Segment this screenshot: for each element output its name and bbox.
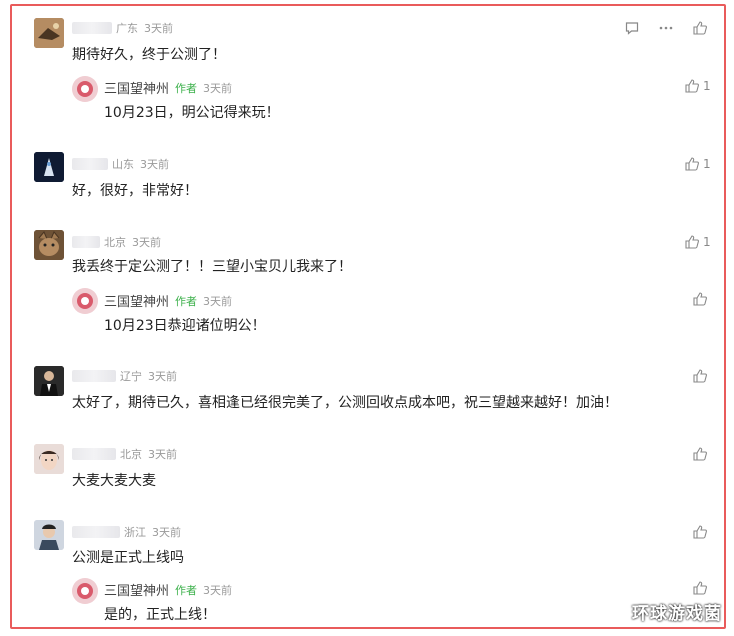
reply-meta: 三国望神州 作者 3天前 [104,78,233,98]
comments-panel: 广东 3天前 期待好久，终于公测了！ 三国望神州 作者 3天前 10月23日，明… [10,4,726,629]
comment-actions [624,20,708,36]
reply-meta: 三国望神州 作者 3天前 [104,291,233,311]
location: 山东 [112,158,134,171]
avatar-image [34,230,64,260]
like-icon[interactable] [684,234,700,250]
comment-like[interactable]: 1 [684,234,711,250]
comment-text: 大麦大麦大麦 [72,473,156,489]
comment-meta: 山东 3天前 [72,156,169,172]
username-blurred[interactable] [72,448,116,460]
comment-like[interactable] [692,446,708,462]
like-count: 1 [703,235,711,249]
location: 北京 [120,448,142,461]
like-icon[interactable] [692,446,708,462]
reply-text: 10月23日，明公记得来玩！ [104,105,280,121]
reply-text: 是的，正式上线！ [104,607,216,623]
author-name[interactable]: 三国望神州 [104,580,169,599]
author-avatar[interactable] [72,76,98,102]
like-count: 1 [703,79,711,93]
like-icon[interactable] [684,78,700,94]
avatar[interactable] [34,444,64,474]
comment-like[interactable] [692,368,708,384]
comment-text: 太好了，期待已久，喜相逢已经很完美了，公测回收点成本吧，祝三望越来越好！加油！ [72,395,618,411]
comment-meta: 浙江 3天前 [72,524,181,540]
avatar-image [34,366,64,396]
avatar[interactable] [34,366,64,396]
reply-like[interactable] [692,580,708,596]
author-avatar[interactable] [72,288,98,314]
timestamp: 3天前 [140,158,169,171]
avatar-image [34,520,64,550]
comment-text: 期待好久，终于公测了！ [72,47,226,63]
location: 辽宁 [120,370,142,383]
watermark: 环球游戏菌 [632,604,722,624]
location: 北京 [104,236,126,249]
author-badge: 作者 [175,81,198,95]
like-icon[interactable] [684,156,700,172]
username-blurred[interactable] [72,236,100,248]
avatar[interactable] [34,520,64,550]
username-blurred[interactable] [72,158,108,170]
comment-meta: 北京 3天前 [72,234,161,250]
comment-like[interactable]: 1 [684,156,711,172]
username-blurred[interactable] [72,526,120,538]
timestamp: 3天前 [152,526,181,539]
like-icon[interactable] [692,580,708,596]
avatar[interactable] [34,152,64,182]
timestamp: 3天前 [148,448,177,461]
like-count: 1 [703,157,711,171]
author-badge: 作者 [175,294,198,308]
timestamp: 3天前 [203,81,233,95]
reply-icon[interactable] [624,20,640,36]
like-icon[interactable] [692,291,708,307]
reply-like[interactable]: 1 [684,78,711,94]
avatar-image [34,152,64,182]
comment-meta: 广东 3天前 [72,20,173,36]
reply-like[interactable] [692,291,708,307]
author-name[interactable]: 三国望神州 [104,291,169,310]
username-blurred[interactable] [72,370,116,382]
location: 广东 [116,22,138,35]
avatar-image [34,444,64,474]
reply-text: 10月23日恭迎诸位明公！ [104,318,266,334]
comment-like[interactable] [692,524,708,540]
comment-meta: 北京 3天前 [72,446,177,462]
more-icon[interactable] [658,20,674,36]
author-logo-image [72,76,98,102]
like-icon[interactable] [692,524,708,540]
author-logo-image [72,578,98,604]
reply-meta: 三国望神州 作者 3天前 [104,580,233,600]
author-name[interactable]: 三国望神州 [104,78,169,97]
timestamp: 3天前 [144,22,173,35]
author-avatar[interactable] [72,578,98,604]
avatar[interactable] [34,18,64,48]
timestamp: 3天前 [132,236,161,249]
like-icon[interactable] [692,20,708,36]
location: 浙江 [124,526,146,539]
comment-text: 好，很好，非常好！ [72,183,198,199]
like-icon[interactable] [692,368,708,384]
comment-meta: 辽宁 3天前 [72,368,177,384]
author-logo-image [72,288,98,314]
author-badge: 作者 [175,583,198,597]
comment-text: 我丢终于定公测了！！三望小宝贝儿我来了！ [72,259,352,275]
username-blurred[interactable] [72,22,112,34]
avatar-image [34,18,64,48]
avatar[interactable] [34,230,64,260]
comment-text: 公测是正式上线吗 [72,550,184,566]
timestamp: 3天前 [203,583,233,597]
timestamp: 3天前 [203,294,233,308]
timestamp: 3天前 [148,370,177,383]
